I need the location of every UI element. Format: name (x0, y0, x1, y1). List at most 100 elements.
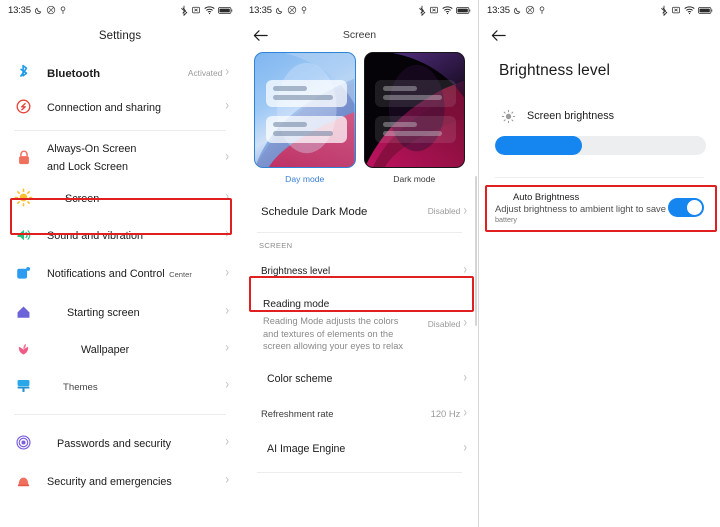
sidebar-item-security-and-emergencies[interactable]: Security and emergencies › (0, 462, 240, 499)
bluetooth-icon (418, 5, 426, 16)
auto-brightness-description: Adjust brightness to ambient light to sa… (495, 202, 666, 214)
chevron-right-icon: › (225, 98, 229, 114)
screen-brightness-label: Screen brightness (527, 110, 615, 122)
bluetooth-icon (180, 5, 188, 16)
item-label: Notifications and Control (47, 268, 165, 280)
day-mode-option[interactable]: Day mode (254, 52, 356, 184)
chevron-right-icon: › (225, 264, 229, 280)
back-arrow-icon[interactable] (251, 26, 269, 44)
themes-brush-icon (13, 375, 34, 396)
section-header-screen: SCREEN (259, 241, 293, 250)
status-bar-3: 13:35 (479, 0, 720, 20)
sidebar-item-notifications-and-control-center[interactable]: Notifications and Control Center › (0, 253, 240, 293)
page-title: Brightness level (499, 62, 611, 79)
item-label: Bluetooth (47, 67, 101, 80)
notification-card (265, 116, 347, 143)
sidebar-item-wallpaper[interactable]: Wallpaper › (0, 330, 240, 367)
chevron-right-icon: › (225, 434, 229, 450)
status-time: 13:35 (8, 4, 31, 16)
item-value-wrap: › (463, 439, 467, 455)
item-value-wrap: › (463, 371, 467, 385)
brightness-slider-wrap (479, 128, 720, 155)
chevron-right-icon: › (225, 226, 229, 242)
sidebar-item-connection-and-sharing[interactable]: Connection and sharing › (0, 89, 240, 124)
notifications-icon (13, 263, 34, 284)
sidebar-item-always-on-screen[interactable]: Always-On Screen and Lock Screen › (0, 137, 240, 177)
battery-icon (698, 6, 713, 15)
item-sublabel: Center (169, 270, 192, 279)
item-value: Activated (187, 67, 223, 78)
chevron-right-icon: › (225, 377, 229, 393)
brightness-slider[interactable] (495, 136, 706, 155)
home-icon (13, 301, 34, 322)
chevron-right-icon: › (463, 261, 467, 277)
brightness-slider-fill (495, 136, 582, 155)
battery-icon (218, 6, 233, 15)
dark-mode-option[interactable]: Dark mode (363, 52, 465, 184)
refreshment-rate-row[interactable]: Refreshment rate 120 Hz › (241, 396, 478, 431)
dark-mode-thumbnail[interactable] (363, 52, 465, 168)
item-value-wrap: › (225, 473, 229, 487)
wifi-icon (204, 5, 215, 15)
emergency-bell-icon (13, 470, 34, 491)
ai-image-engine-row[interactable]: AI Image Engine › (241, 431, 478, 466)
brightness-level-panel: 13:35 Brightness level Screen brightness… (478, 0, 720, 527)
location-icon (300, 6, 308, 15)
status-time: 13:35 (249, 4, 272, 16)
item-value-wrap: Activated › (187, 65, 229, 79)
sim-icon (191, 5, 201, 15)
sidebar-item-themes[interactable]: Themes › (0, 367, 240, 404)
item-label: AI Image Engine (267, 443, 346, 455)
item-value-wrap: › (463, 261, 467, 277)
item-label: Passwords and security (57, 437, 172, 450)
item-label: Sound and vibration (47, 229, 144, 242)
toggle-knob (686, 199, 702, 215)
sidebar-item-passwords-and-security[interactable]: Passwords and security › (0, 423, 240, 462)
item-value-wrap: › (225, 98, 229, 114)
chevron-right-icon: › (463, 439, 467, 455)
sidebar-item-bluetooth[interactable]: Bluetooth Activated › (0, 56, 240, 89)
color-scheme-row[interactable]: Color scheme › (241, 361, 478, 396)
item-label: Color scheme (267, 373, 333, 385)
brightness-level-row[interactable]: Brightness level › (241, 252, 478, 288)
item-value-wrap: › (225, 434, 229, 450)
day-mode-thumbnail[interactable] (254, 52, 356, 168)
schedule-dark-mode-row[interactable]: Schedule Dark Mode Disabled › (241, 194, 478, 228)
item-label: Wallpaper (81, 343, 130, 356)
do-not-disturb-icon (46, 5, 56, 15)
sidebar-item-starting-screen[interactable]: Starting screen › (0, 293, 240, 330)
back-arrow-icon[interactable] (489, 26, 507, 44)
moon-icon (34, 6, 43, 15)
panel2-topbar: Screen (241, 20, 478, 46)
item-value-wrap: › (225, 226, 229, 242)
auto-brightness-row[interactable]: Auto Brightness Adjust brightness to amb… (479, 188, 720, 226)
reading-mode-row[interactable]: Reading mode Reading Mode adjusts the co… (241, 288, 478, 353)
brightness-sun-icon (499, 109, 517, 124)
chevron-right-icon: › (463, 202, 467, 218)
sidebar-item-screen[interactable]: Screen › (0, 179, 240, 216)
sim-icon (671, 5, 681, 15)
item-label: Screen (65, 192, 100, 205)
connection-sharing-icon (13, 96, 34, 117)
dark-mode-label: Dark mode (393, 174, 436, 184)
moon-icon (513, 6, 522, 15)
item-value: 120 Hz (430, 407, 461, 419)
item-label: Always-On Screen (47, 143, 137, 155)
sidebar-item-sound-and-vibration[interactable]: Sound and vibration › (0, 216, 240, 253)
page-title: Settings (98, 30, 142, 42)
bluetooth-icon (660, 5, 668, 16)
item-label: Themes (63, 381, 98, 393)
item-label: Security and emergencies (47, 475, 172, 488)
wallpaper-flower-icon (13, 338, 34, 359)
do-not-disturb-icon (525, 5, 535, 15)
list-divider-2 (14, 414, 226, 415)
settings-list: Bluetooth Activated › Connection and sha… (0, 42, 240, 499)
auto-brightness-texts: Auto Brightness Adjust brightness to amb… (495, 191, 668, 224)
panel2-title: Screen (342, 29, 377, 41)
item-value: Disabled (427, 318, 461, 329)
scrollbar[interactable] (475, 176, 477, 326)
list-divider-bottom (257, 471, 462, 473)
item-value-wrap: › (225, 190, 229, 204)
auto-brightness-toggle[interactable] (668, 197, 704, 217)
section-divider (495, 177, 704, 178)
